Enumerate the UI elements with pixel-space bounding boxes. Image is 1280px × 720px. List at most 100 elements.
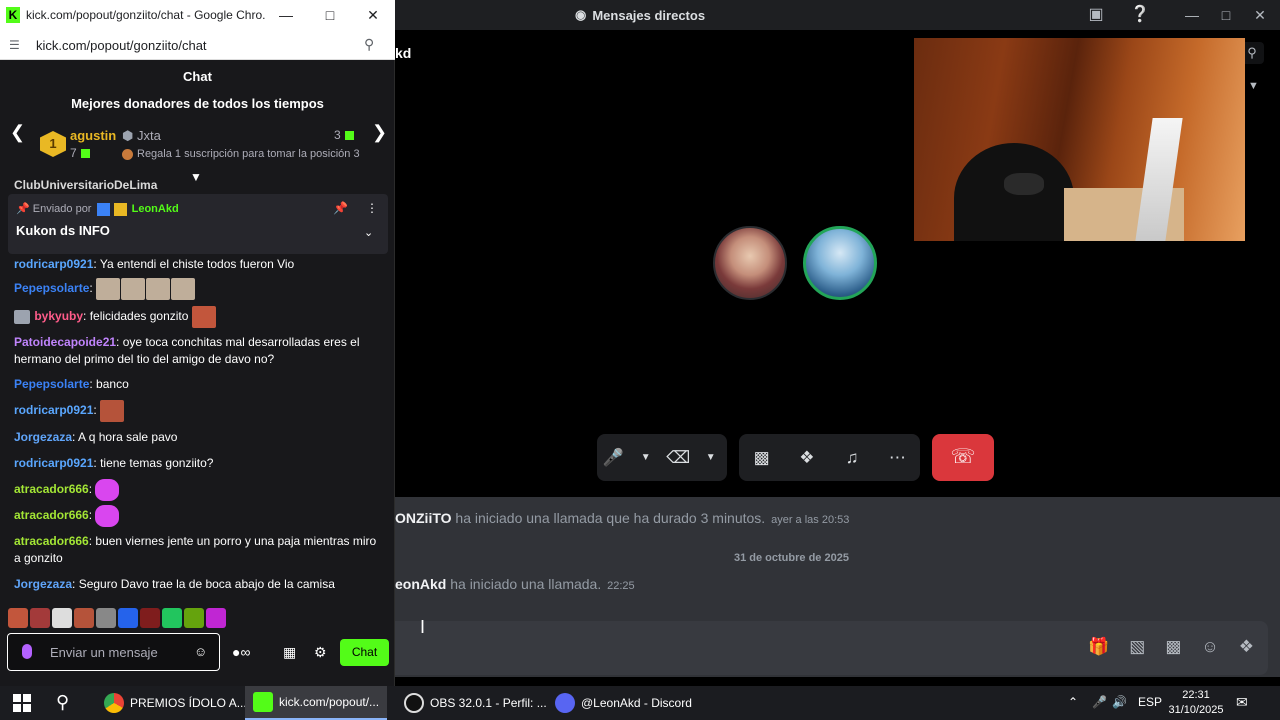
chat-message[interactable]: Patoidecapoide21: oye toca conchitas mal…	[14, 334, 382, 368]
chat-message[interactable]: rodricarp0921: tiene temas gonziito?	[14, 455, 382, 472]
emote-icon[interactable]	[96, 608, 116, 628]
quick-emote-bar	[8, 608, 226, 628]
emote-icon	[121, 278, 146, 300]
microphone-icon[interactable]	[22, 644, 32, 659]
volume-icon[interactable]: 🔊	[1112, 695, 1127, 709]
butterfly-emote-icon	[95, 505, 120, 527]
apps-icon[interactable]: ❖	[1239, 637, 1254, 657]
discord-icon	[555, 693, 575, 713]
chat-message[interactable]: Jorgezaza: A q hora sale pavo	[14, 429, 382, 446]
chat-message[interactable]: rodricarp0921:	[14, 400, 382, 422]
send-chat-button[interactable]: Chat	[340, 639, 389, 666]
sticker-icon[interactable]: ▩	[1165, 637, 1181, 657]
chat-message[interactable]: atracador666:	[14, 479, 382, 501]
bronze-rank-icon	[122, 148, 133, 160]
settings-gear-icon[interactable]: ⚙	[314, 644, 327, 661]
chat-message[interactable]: atracador666:	[14, 505, 382, 527]
chevron-right-icon[interactable]: ❯	[372, 122, 387, 143]
collapse-icon[interactable]: ▼	[190, 170, 202, 184]
points-icon[interactable]: ●∞	[232, 644, 250, 660]
site-settings-icon[interactable]: ☰	[9, 38, 20, 52]
more-options-icon[interactable]: ⋯	[883, 448, 911, 468]
chat-message[interactable]: rodricarp0921: Ya entendi el chiste todo…	[14, 256, 382, 273]
store-icon[interactable]: ▦	[283, 644, 296, 661]
chrome-minimize-button[interactable]: —	[268, 4, 304, 26]
screen-share-icon[interactable]: ▩	[748, 448, 776, 468]
camera-options-chevron-icon[interactable]: ▼	[697, 452, 725, 463]
discord-window-title: ◉ Mensajes directos	[575, 7, 706, 23]
top-donor-name[interactable]: agustin	[70, 128, 116, 143]
microphone-icon[interactable]: 🎤	[599, 448, 627, 468]
notification-icon[interactable]: ✉	[1236, 694, 1248, 711]
soundboard-icon[interactable]: ♫	[838, 448, 866, 468]
donor-hint: Regala 1 suscripción para tomar la posic…	[122, 148, 360, 160]
webcam-video-tile[interactable]	[914, 38, 1245, 241]
taskbar-item-kick[interactable]: kick.com/popout/...	[245, 686, 388, 720]
discord-maximize-button[interactable]: □	[1208, 4, 1244, 26]
tray-chevron-up-icon[interactable]: ⌃	[1068, 695, 1078, 709]
emote-icon[interactable]	[118, 608, 138, 628]
text-cursor-icon: I	[420, 617, 426, 637]
emote-icon[interactable]	[30, 608, 50, 628]
pinned-message[interactable]: 📌 Enviado por LeonAkd Kukon ds INFO 📌 ⋮ …	[8, 194, 388, 254]
chat-message[interactable]: Jorgezaza: Seguro Davo trae la de boca a…	[14, 576, 382, 593]
call-participant-avatar-speaking[interactable]	[803, 226, 877, 300]
rank-badge-icon: ⬢	[122, 128, 134, 143]
chat-message[interactable]: atracador666: buen viernes jente un porr…	[14, 533, 382, 567]
call-participant-avatar[interactable]	[713, 226, 787, 300]
tray-microphone-icon[interactable]: 🎤	[1092, 695, 1107, 709]
chrome-close-button[interactable]: ✕	[355, 4, 391, 26]
windows-start-icon[interactable]	[13, 694, 31, 712]
emote-icon[interactable]	[8, 608, 28, 628]
chat-input[interactable]: Enviar un mensaje ☺	[7, 633, 220, 671]
gift-sub-icon	[80, 149, 90, 159]
help-icon[interactable]: ❔	[1128, 4, 1152, 26]
chrome-maximize-button[interactable]: □	[312, 4, 348, 26]
emoji-icon[interactable]: ☺	[194, 644, 207, 659]
emoji-icon[interactable]: ☺	[1201, 637, 1218, 657]
emote-icon	[191, 306, 216, 328]
camera-off-icon[interactable]: ⌫	[664, 448, 692, 468]
input-language[interactable]: ESP	[1138, 695, 1162, 709]
taskbar-item-chrome[interactable]: PREMIOS ÍDOLO A...	[96, 686, 255, 720]
chevron-left-icon[interactable]: ❮	[10, 122, 25, 143]
gif-icon[interactable]: ▧	[1129, 637, 1145, 657]
taskbar-item-discord[interactable]: @LeonAkd - Discord	[547, 686, 700, 720]
address-bar[interactable]: ☰ kick.com/popout/gonziito/chat ⚲	[0, 30, 395, 60]
inbox-icon[interactable]: ▣	[1084, 4, 1108, 26]
chrome-icon	[104, 693, 124, 713]
url-text[interactable]: kick.com/popout/gonziito/chat	[36, 38, 207, 53]
emote-icon[interactable]	[206, 608, 226, 628]
second-donor[interactable]: ⬢ Jxta	[122, 128, 161, 144]
discord-logo-icon: ◉	[575, 7, 587, 22]
rank-medal-icon: 1	[40, 131, 66, 157]
chat-message[interactable]: Pepepsolarte: banco	[14, 376, 382, 393]
discord-close-button[interactable]: ✕	[1242, 4, 1278, 26]
emote-icon	[146, 278, 171, 300]
taskbar-item-obs[interactable]: OBS 32.0.1 - Perfil: ...	[396, 686, 555, 720]
top-donor-count: 7	[70, 146, 90, 160]
search-icon[interactable]: ⚲	[56, 692, 69, 713]
emote-icon[interactable]	[74, 608, 94, 628]
mic-options-chevron-icon[interactable]: ▼	[632, 452, 660, 463]
system-clock[interactable]: 22:31 31/10/2025	[1168, 686, 1224, 718]
chevron-down-icon[interactable]: ▼	[1248, 80, 1259, 92]
emote-icon[interactable]	[184, 608, 204, 628]
pin-icon[interactable]: 📌	[333, 201, 348, 215]
badge-icon	[14, 310, 30, 324]
date-divider: 31 de octubre de 2025	[395, 552, 1280, 564]
emote-icon[interactable]	[140, 608, 160, 628]
gift-icon[interactable]: 🎁	[1088, 637, 1109, 657]
emote-icon[interactable]	[162, 608, 182, 628]
chat-message[interactable]: Pepepsolarte:	[14, 278, 382, 300]
more-vertical-icon[interactable]: ⋮	[366, 201, 378, 215]
chat-message[interactable]: bykyuby: felicidades gonzito	[14, 306, 382, 328]
obs-icon	[404, 693, 424, 713]
hang-up-button[interactable]: ☏	[932, 434, 994, 481]
zoom-icon[interactable]: ⚲	[364, 36, 374, 53]
emote-icon[interactable]	[52, 608, 72, 628]
expand-chevron-icon[interactable]: ⌄	[364, 226, 373, 239]
discord-minimize-button[interactable]: —	[1174, 4, 1210, 26]
message-composer[interactable]: 🎁 ▧ ▩ ☺ ❖	[395, 621, 1268, 675]
activities-icon[interactable]: ❖	[793, 448, 821, 468]
